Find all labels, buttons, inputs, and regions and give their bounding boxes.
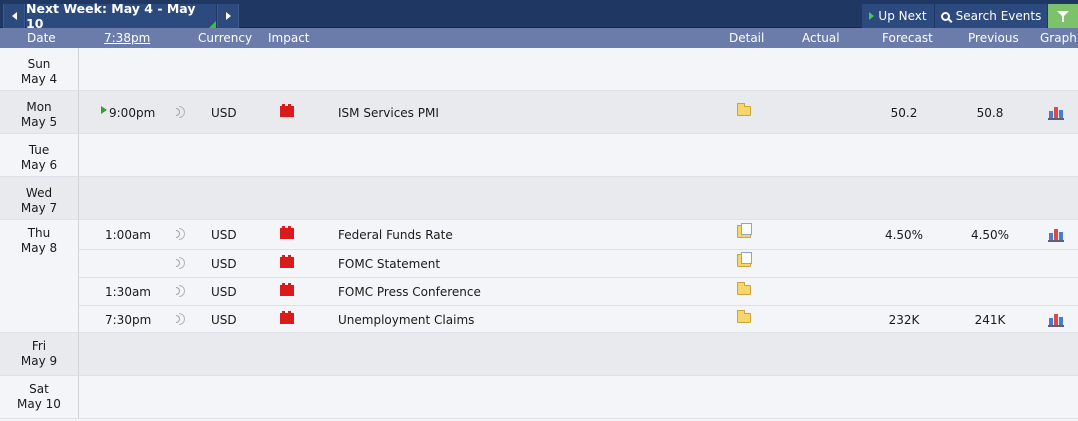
col-forecast: Forecast: [882, 31, 933, 45]
day-row: Sun May 4: [0, 48, 1078, 91]
next-week-button[interactable]: [217, 4, 239, 28]
event-previous: 4.50%: [970, 228, 1010, 242]
day-row: Wed May 7: [0, 177, 1078, 220]
filter-button[interactable]: [1048, 4, 1078, 28]
sound-alert-icon[interactable]: [176, 313, 186, 325]
arrow-left-icon: [11, 12, 17, 20]
date-cell: Sat May 10: [0, 376, 79, 418]
event-previous: 50.8: [976, 106, 1004, 120]
event-forecast: 232K: [888, 313, 920, 327]
weekday-label: Wed: [25, 186, 53, 200]
column-header: Date 7:38pm Currency Impact Detail Actua…: [0, 28, 1078, 48]
day-row: Tue May 6: [0, 134, 1078, 177]
event-time: 1:00am: [105, 228, 151, 242]
upcoming-play-icon: [101, 106, 107, 114]
arrow-right-icon: [225, 12, 231, 20]
date-cell: Wed May 7: [0, 177, 79, 219]
high-impact-icon: [280, 226, 294, 239]
graph-icon[interactable]: [1048, 106, 1064, 120]
date-cell: Sun May 4: [0, 48, 79, 90]
event-name[interactable]: FOMC Statement: [338, 257, 440, 271]
event-name[interactable]: Unemployment Claims: [338, 313, 474, 327]
high-impact-icon: [280, 283, 294, 296]
weekday-label: Fri: [31, 339, 47, 353]
date-cell: Mon May 5: [0, 91, 79, 133]
event-row[interactable]: USD FOMC Statement: [79, 249, 1078, 277]
weekday-label: Tue: [28, 143, 50, 157]
event-row[interactable]: 1:30am USD FOMC Press Conference: [79, 277, 1078, 305]
col-detail: Detail: [729, 31, 765, 45]
high-impact-icon: [280, 311, 294, 324]
sound-alert-icon[interactable]: [176, 257, 186, 269]
event-currency: USD: [211, 228, 237, 242]
graph-icon[interactable]: [1048, 313, 1064, 327]
event-previous: 241K: [974, 313, 1006, 327]
col-time[interactable]: 7:38pm: [104, 31, 150, 45]
event-name[interactable]: ISM Services PMI: [338, 106, 439, 120]
weekday-label: Mon: [26, 100, 52, 114]
date-cell: Tue May 6: [0, 134, 79, 176]
search-events-label: Search Events: [955, 9, 1042, 23]
date-label: May 8: [20, 241, 58, 255]
event-time: 9:00pm: [109, 106, 156, 120]
event-forecast: 4.50%: [884, 228, 924, 242]
col-graph: Graph: [1040, 31, 1077, 45]
date-label: May 4: [20, 72, 58, 86]
detail-folder-icon[interactable]: [737, 282, 751, 295]
play-icon: [869, 12, 875, 20]
event-currency: USD: [211, 313, 237, 327]
event-time: 7:30pm: [105, 313, 152, 327]
date-label: May 9: [20, 354, 58, 368]
weekday-label: Thu: [27, 226, 51, 240]
day-row: Sat May 10: [0, 376, 1078, 419]
event-name[interactable]: Federal Funds Rate: [338, 228, 453, 242]
col-date: Date: [27, 31, 56, 45]
up-next-button[interactable]: Up Next: [862, 4, 934, 28]
sound-alert-icon[interactable]: [176, 228, 186, 240]
col-actual: Actual: [802, 31, 840, 45]
week-label: Next Week: May 4 - May 10: [26, 1, 196, 31]
col-currency: Currency: [198, 31, 253, 45]
corner-indicator-icon: [209, 21, 216, 28]
date-cell: Thu May 8: [0, 220, 79, 332]
sound-alert-icon[interactable]: [176, 285, 186, 297]
day-row: Thu May 8 1:00am USD Federal Funds Rate …: [0, 220, 1078, 333]
detail-folder-icon[interactable]: [737, 310, 751, 323]
event-name[interactable]: FOMC Press Conference: [338, 285, 481, 299]
detail-folder-doc-icon[interactable]: [737, 252, 752, 267]
date-label: May 6: [20, 158, 58, 172]
search-events-button[interactable]: Search Events: [935, 4, 1047, 28]
event-row[interactable]: 7:30pm USD Unemployment Claims 232K 241K: [79, 305, 1078, 333]
event-row[interactable]: 9:00pm USD ISM Services PMI 50.2 50.8: [79, 99, 1078, 127]
event-row[interactable]: 1:00am USD Federal Funds Rate 4.50% 4.50…: [79, 221, 1078, 249]
date-label: May 7: [20, 201, 58, 215]
event-currency: USD: [211, 285, 237, 299]
high-impact-icon: [280, 255, 294, 268]
filter-icon: [1057, 11, 1069, 22]
prev-week-button[interactable]: [3, 4, 25, 28]
date-cell: Fri May 9: [0, 333, 79, 375]
high-impact-icon: [280, 104, 294, 117]
event-time: 1:30am: [105, 285, 151, 299]
col-impact: Impact: [268, 31, 310, 45]
up-next-label: Up Next: [878, 9, 927, 23]
weekday-label: Sat: [29, 382, 49, 396]
calendar-toolbar: Next Week: May 4 - May 10 Up Next Search…: [0, 0, 1078, 31]
event-forecast: 50.2: [890, 106, 918, 120]
date-label: May 5: [20, 115, 58, 129]
sound-alert-icon[interactable]: [176, 106, 186, 118]
week-selector-button[interactable]: Next Week: May 4 - May 10: [26, 1, 216, 31]
col-previous: Previous: [968, 31, 1019, 45]
graph-icon[interactable]: [1048, 228, 1064, 242]
detail-folder-doc-icon[interactable]: [737, 223, 752, 238]
date-label: May 10: [17, 397, 61, 411]
search-icon: [940, 11, 950, 21]
weekday-label: Sun: [27, 57, 51, 71]
detail-folder-icon[interactable]: [737, 103, 751, 116]
day-row: Fri May 9: [0, 333, 1078, 376]
event-currency: USD: [211, 257, 237, 271]
day-row: Mon May 5 9:00pm USD ISM Services PMI 50…: [0, 91, 1078, 134]
event-currency: USD: [211, 106, 237, 120]
